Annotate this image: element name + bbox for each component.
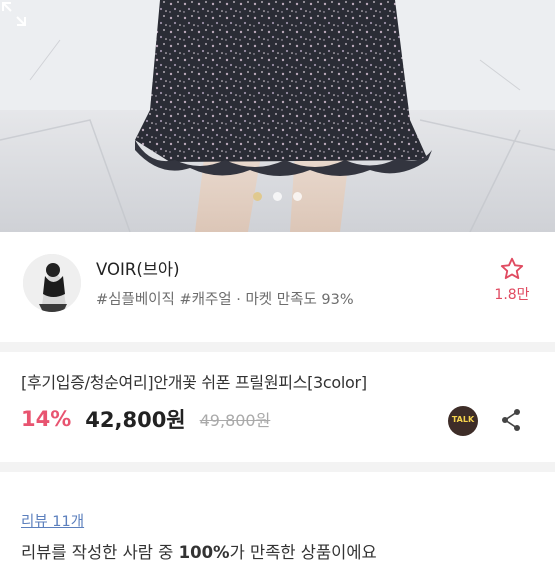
carousel-dot-active[interactable] [253, 192, 262, 201]
sale-price: 42,800원 [85, 408, 186, 432]
expand-icon[interactable] [0, 0, 28, 28]
review-summary: 리뷰를 작성한 사람 중 100%가 만족한 상품이에요 [21, 539, 377, 563]
seller-hashtags[interactable]: #심플베이직 #캐주얼 [96, 292, 232, 308]
tag-separator: · [231, 292, 246, 308]
star-icon [500, 257, 524, 280]
kakao-talk-button[interactable]: TALK [448, 406, 478, 436]
original-price: 49,800원 [199, 411, 271, 430]
market-satisfaction: 마켓 만족도 93% [245, 292, 354, 308]
discount-rate: 14% [21, 407, 72, 431]
favorite-button[interactable]: 1.8만 [492, 256, 532, 304]
review-satisfaction-percent: 100% [178, 543, 230, 562]
section-divider [0, 462, 555, 472]
favorite-count: 1.8만 [494, 287, 530, 303]
review-summary-prefix: 리뷰를 작성한 사람 중 [21, 543, 179, 562]
section-divider [0, 342, 555, 352]
price-row: 14% 42,800원 49,800원 [21, 402, 270, 436]
seller-row[interactable]: VOIR(브아) #심플베이직 #캐주얼 · 마켓 만족도 93% 1.8만 [0, 232, 555, 342]
product-title: [후기입증/청순여리]안개꽃 쉬폰 프릴원피스[3color] [21, 373, 367, 392]
seller-tags: #심플베이직 #캐주얼 · 마켓 만족도 93% [96, 288, 354, 309]
seller-avatar[interactable] [23, 254, 81, 312]
carousel-dots [0, 192, 555, 201]
product-image[interactable] [0, 0, 555, 232]
share-icon[interactable] [500, 408, 522, 432]
review-summary-suffix: 가 만족한 상품이에요 [229, 543, 377, 562]
seller-name[interactable]: VOIR(브아) [96, 256, 180, 280]
review-count-link[interactable]: 리뷰 11개 [21, 510, 84, 531]
carousel-dot[interactable] [293, 192, 302, 201]
talk-label: TALK [451, 415, 475, 424]
carousel-dot[interactable] [273, 192, 282, 201]
